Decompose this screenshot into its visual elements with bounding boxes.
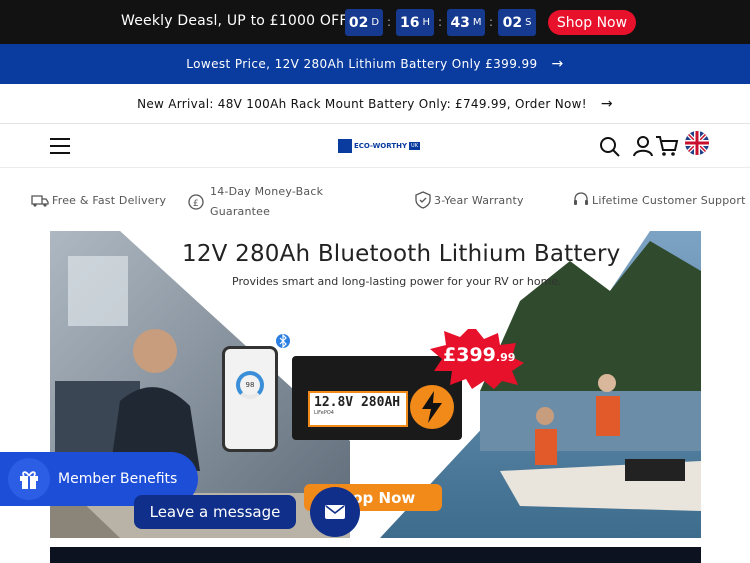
cart-icon[interactable] [655, 135, 679, 157]
countdown-days: 02 D [345, 9, 383, 36]
announcement-bar: Weekly Deasl, UP to £1000 OFF 02 D : 16 H … [0, 0, 750, 44]
money-back-icon: £ [188, 194, 204, 210]
shop-now-button[interactable]: Shop Now [548, 10, 636, 35]
gift-icon [8, 458, 50, 500]
site-logo[interactable]: ECO-WORTHY UK [338, 138, 420, 154]
lowest-price-banner[interactable]: Lowest Price, 12V 280Ah Lithium Battery … [0, 44, 750, 84]
member-benefits-label: Member Benefits [58, 471, 178, 487]
hero-subtitle: Provides smart and long-lasting power fo… [232, 275, 562, 288]
countdown-minutes: 43 M [447, 9, 485, 36]
leave-message-button[interactable]: Leave a message [134, 495, 296, 529]
feature-money-back: £ 14-Day Money-Back Guarantee [186, 182, 323, 222]
arrow-right-icon: → [551, 56, 564, 72]
svg-text:£: £ [193, 199, 199, 209]
phone-app-mockup [222, 346, 278, 452]
feature-strip: Free & Fast Delivery £ 14-Day Money-Back… [0, 180, 750, 220]
envelope-icon [325, 505, 345, 519]
menu-icon[interactable] [50, 138, 70, 154]
countdown-seconds: 02 S [498, 9, 536, 36]
hero-title: 12V 280Ah Bluetooth Lithium Battery [182, 241, 621, 267]
mail-chat-button[interactable] [310, 487, 360, 537]
site-header: ECO-WORTHY UK [0, 124, 750, 168]
warranty-shield-icon [415, 191, 431, 209]
uk-flag-icon[interactable] [685, 131, 709, 155]
price-label: £399.99 [443, 344, 516, 366]
countdown-separator: : [387, 15, 392, 29]
countdown-separator: : [489, 15, 494, 29]
countdown-separator: : [438, 15, 443, 29]
new-arrival-banner[interactable]: New Arrival: 48V 100Ah Rack Mount Batter… [0, 84, 750, 124]
headset-icon [574, 192, 588, 205]
bluetooth-icon [276, 333, 290, 349]
logo-mark [338, 139, 352, 153]
banner-text: Lowest Price, 12V 280Ah Lithium Battery … [186, 57, 538, 71]
banner-text: New Arrival: 48V 100Ah Rack Mount Batter… [137, 96, 587, 111]
battery-label: 12.8V 280AH LiFePO4 [308, 391, 408, 427]
search-icon[interactable] [598, 135, 622, 157]
account-icon[interactable] [631, 135, 655, 157]
feature-support: Lifetime Customer Support [572, 191, 746, 209]
promo-text: Weekly Deasl, UP to £1000 OFF [121, 13, 348, 29]
lightning-bolt-icon [410, 385, 454, 429]
next-banner-preview [50, 547, 701, 563]
feature-delivery: Free & Fast Delivery [30, 192, 166, 208]
delivery-truck-icon [31, 195, 49, 207]
app-soc-gauge: 98 [236, 371, 264, 399]
countdown-hours: 16 H [396, 9, 434, 36]
arrow-right-icon: → [600, 95, 613, 112]
feature-warranty: 3-Year Warranty [414, 191, 524, 209]
